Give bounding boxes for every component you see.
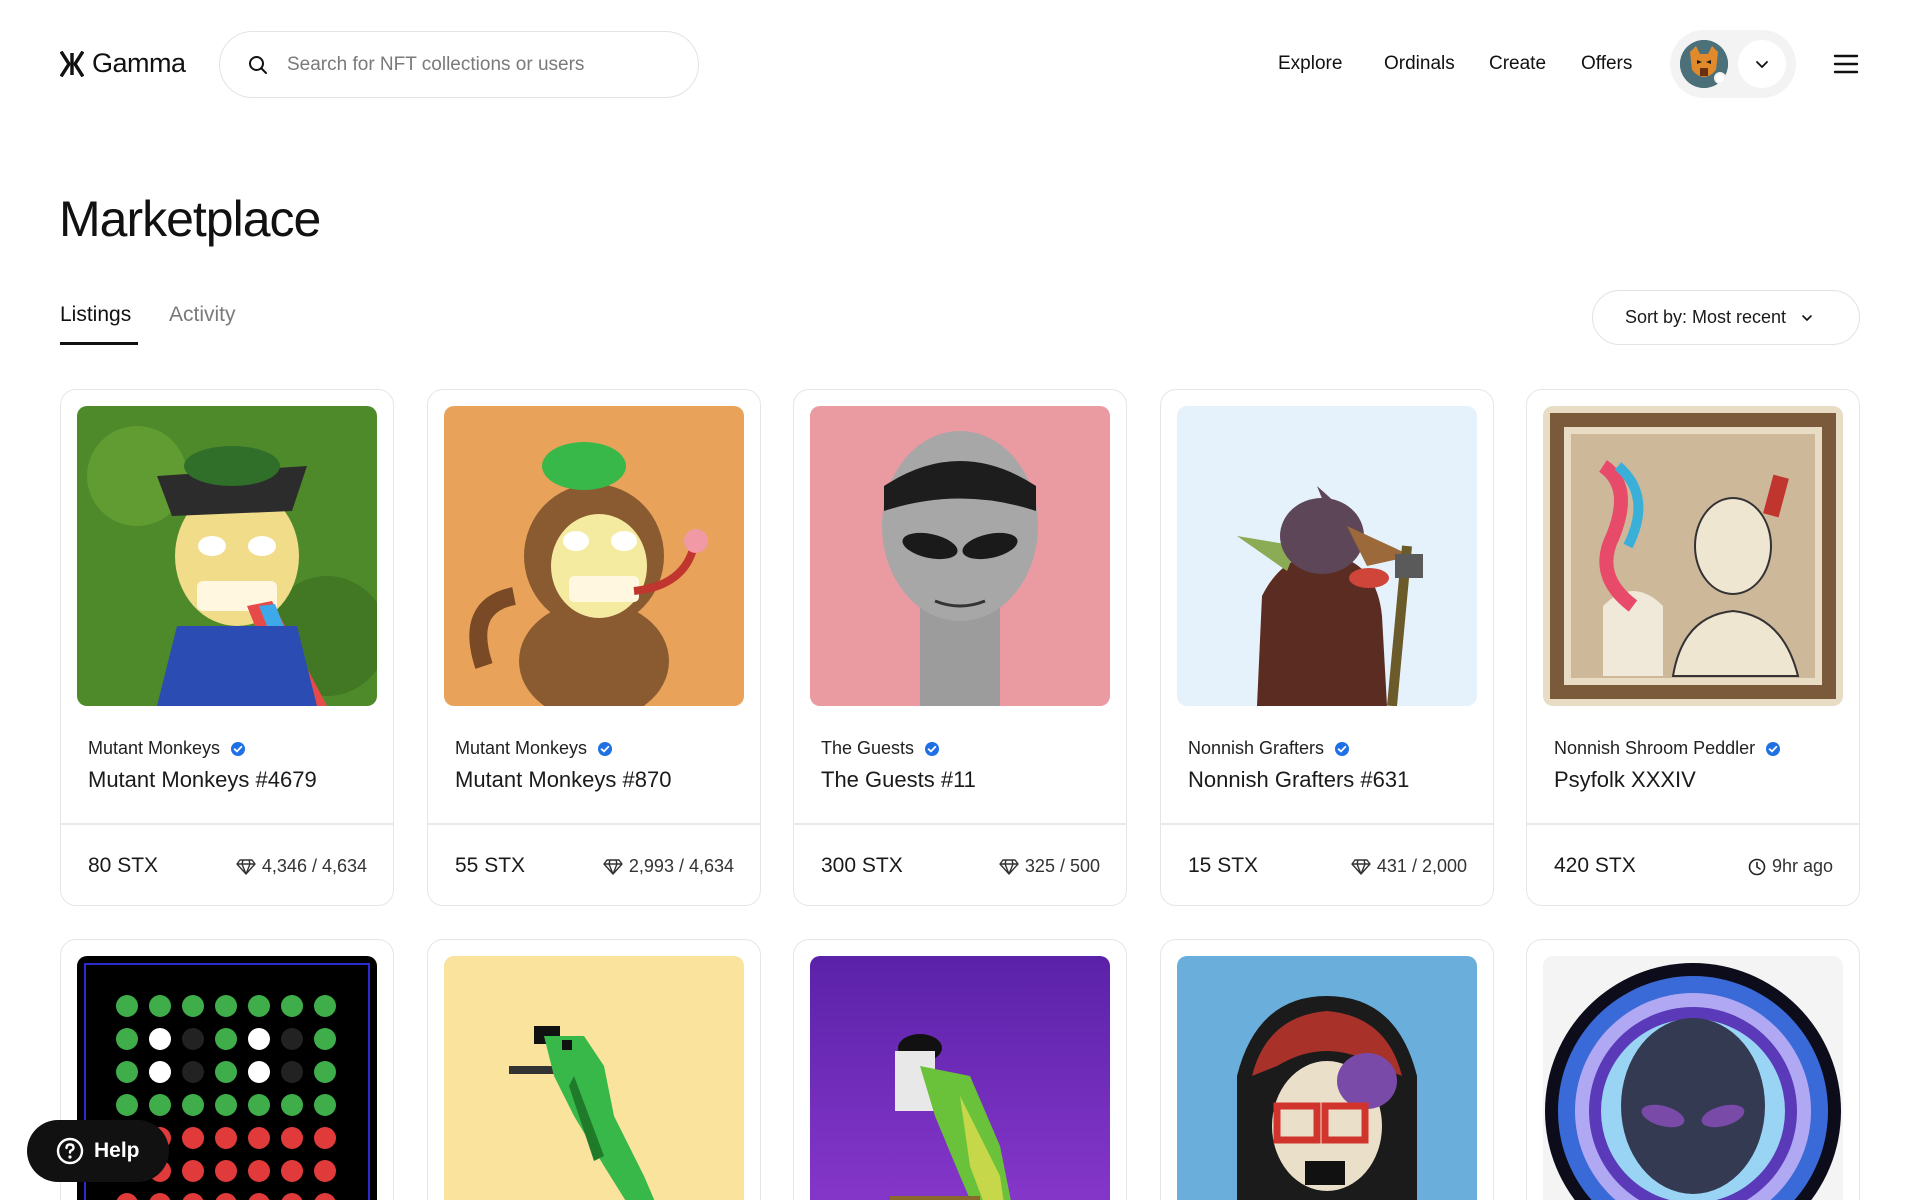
verified-badge-icon [231, 741, 246, 756]
rarity-rank: 4,346 / 4,634 [236, 856, 367, 877]
verified-badge-icon [598, 741, 613, 756]
gamma-logo-icon [60, 50, 84, 77]
card-divider [428, 823, 760, 825]
collection-name[interactable]: Nonnish Grafters [1188, 738, 1350, 759]
tab-listings[interactable]: Listings [60, 303, 131, 327]
listing-card[interactable]: Nonnish Grafters Nonnish Grafters #631 1… [1160, 389, 1494, 906]
nft-name[interactable]: Psyfolk XXXIV [1554, 767, 1696, 793]
listing-card[interactable]: Mutant Monkeys Mutant Monkeys #4679 80 S… [60, 389, 394, 906]
card-divider [794, 823, 1126, 825]
listing-card[interactable] [793, 939, 1127, 1200]
listing-card[interactable] [1160, 939, 1494, 1200]
help-circle-icon [56, 1137, 84, 1165]
diamond-icon [603, 858, 623, 875]
nft-price: 55 STX [455, 854, 526, 877]
nav-create[interactable]: Create [1489, 53, 1546, 75]
nft-price: 15 STX [1188, 854, 1259, 877]
listing-card[interactable] [1526, 939, 1860, 1200]
diamond-icon [999, 858, 1019, 875]
logo-text: Gamma [92, 48, 186, 78]
help-label: Help [94, 1139, 140, 1162]
nft-image[interactable] [1177, 406, 1477, 706]
sort-dropdown[interactable]: Sort by: Most recent [1592, 290, 1860, 345]
listing-card[interactable]: Mutant Monkeys Mutant Monkeys #870 55 ST… [427, 389, 761, 906]
diamond-icon [1351, 858, 1371, 875]
search-input[interactable] [287, 53, 687, 76]
verified-badge-icon [1766, 741, 1781, 756]
nav-offers[interactable]: Offers [1581, 53, 1632, 75]
collection-name[interactable]: The Guests [821, 738, 940, 759]
nft-price: 80 STX [88, 854, 159, 877]
nft-name[interactable]: The Guests #11 [821, 767, 976, 793]
collection-name[interactable]: Mutant Monkeys [455, 738, 613, 759]
clock-icon [1748, 858, 1766, 875]
page-title: Marketplace [59, 191, 321, 247]
collection-name[interactable]: Nonnish Shroom Peddler [1554, 738, 1781, 759]
chevron-down-icon [1802, 314, 1812, 321]
nft-name[interactable]: Nonnish Grafters #631 [1188, 767, 1409, 793]
help-button[interactable]: Help [27, 1120, 169, 1182]
search-icon [249, 55, 267, 74]
verified-badge-icon [1335, 741, 1350, 756]
top-header: Gamma Explore Ordinals Create Offers [0, 0, 1920, 130]
verified-badge-icon [925, 741, 940, 756]
listing-time: 9hr ago [1748, 856, 1833, 877]
nav-explore[interactable]: Explore [1278, 53, 1342, 75]
listing-card[interactable]: The Guests The Guests #11 300 STX 325 / … [793, 389, 1127, 906]
active-tab-indicator [60, 342, 138, 345]
nft-image[interactable] [1177, 956, 1477, 1200]
nft-image[interactable] [444, 406, 744, 706]
nft-price: 420 STX [1554, 854, 1636, 877]
card-divider [1527, 823, 1859, 825]
account-menu[interactable] [1670, 30, 1796, 98]
nft-image[interactable] [810, 406, 1110, 706]
nft-image[interactable] [1543, 956, 1843, 1200]
listing-card[interactable]: Nonnish Shroom Peddler Psyfolk XXXIV 420… [1526, 389, 1860, 906]
hamburger-menu-icon[interactable] [1833, 52, 1859, 76]
nft-price: 300 STX [821, 854, 903, 877]
collection-name[interactable]: Mutant Monkeys [88, 738, 246, 759]
nft-image[interactable] [77, 406, 377, 706]
tab-activity[interactable]: Activity [169, 303, 236, 327]
card-divider [61, 823, 393, 825]
nft-name[interactable]: Mutant Monkeys #4679 [88, 767, 317, 793]
chevron-down-icon [1756, 61, 1768, 68]
sort-label: Sort by: Most recent [1625, 307, 1787, 327]
listing-card[interactable] [427, 939, 761, 1200]
rarity-rank: 2,993 / 4,634 [603, 856, 734, 877]
rarity-rank: 431 / 2,000 [1351, 856, 1467, 877]
diamond-icon [236, 858, 256, 875]
nft-image[interactable] [1543, 406, 1843, 706]
gamma-logo[interactable]: Gamma [60, 48, 186, 79]
nav-ordinals[interactable]: Ordinals [1384, 53, 1455, 75]
nft-image[interactable] [444, 956, 744, 1200]
search-bar[interactable] [219, 31, 699, 98]
account-dropdown-button[interactable] [1738, 40, 1786, 88]
card-divider [1161, 823, 1493, 825]
online-status-dot [1714, 72, 1726, 84]
nft-name[interactable]: Mutant Monkeys #870 [455, 767, 671, 793]
nft-image[interactable] [810, 956, 1110, 1200]
rarity-rank: 325 / 500 [999, 856, 1100, 877]
